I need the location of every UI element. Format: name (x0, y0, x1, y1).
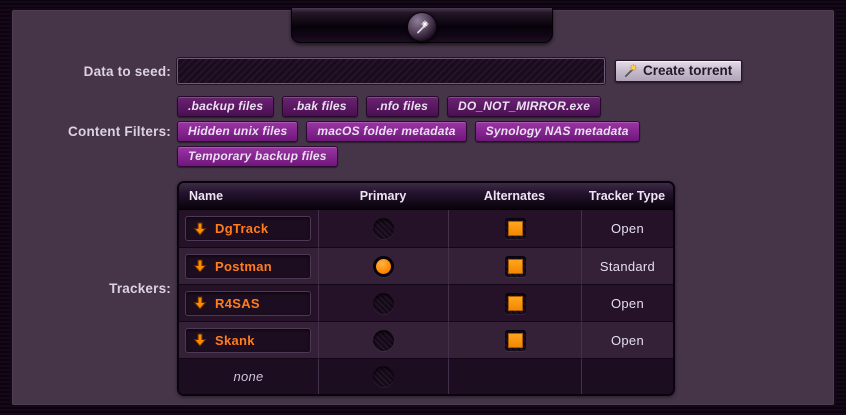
tracker-type-cell: Open (581, 321, 673, 358)
create-torrent-button-label: Create torrent (643, 63, 732, 78)
filter-chip[interactable]: .nfo files (366, 96, 439, 117)
filter-chip[interactable]: Synology NAS metadata (475, 121, 640, 142)
tracker-type-cell: Open (581, 210, 673, 247)
tracker-row-dgtrack: DgTrack Open (179, 210, 673, 247)
section-header-bar[interactable] (291, 8, 553, 43)
filter-chip[interactable]: DO_NOT_MIRROR.exe (447, 96, 601, 117)
alternates-checkbox[interactable] (505, 330, 526, 351)
tracker-row-postman: Postman Standard (179, 247, 673, 284)
filter-chip[interactable]: Temporary backup files (177, 146, 338, 167)
alternates-checkbox[interactable] (505, 293, 526, 314)
section-toggle-button[interactable] (407, 12, 437, 42)
tracker-row-r4sas: R4SAS Open (179, 284, 673, 321)
content-filters-row: Content Filters: .backup files .bak file… (12, 96, 834, 167)
down-arrow-icon (193, 296, 207, 310)
trackers-table: Name Primary Alternates Tracker Type (179, 183, 673, 394)
tracker-name-label: Skank (215, 333, 255, 348)
magic-wand-icon (623, 63, 638, 78)
column-header-name: Name (179, 183, 318, 210)
column-header-tracker-type: Tracker Type (581, 183, 673, 210)
data-to-seed-row: Data to seed: Create torrent (12, 58, 834, 84)
primary-radio[interactable] (373, 330, 394, 351)
filter-chip[interactable]: .bak files (282, 96, 357, 117)
primary-radio-none[interactable] (373, 366, 394, 387)
trackers-header-row: Name Primary Alternates Tracker Type (179, 183, 673, 210)
content-filters-chip-group: .backup files .bak files .nfo files DO_N… (177, 96, 657, 167)
tracker-name-button[interactable]: R4SAS (185, 291, 311, 316)
data-to-seed-input[interactable] (177, 58, 605, 84)
create-torrent-button[interactable]: Create torrent (615, 60, 742, 82)
down-arrow-icon (193, 333, 207, 347)
primary-radio[interactable] (373, 293, 394, 314)
filter-chip[interactable]: Hidden unix files (177, 121, 298, 142)
content-filters-label: Content Filters: (12, 124, 177, 139)
alternates-checkbox[interactable] (505, 256, 526, 277)
filter-chip[interactable]: .backup files (177, 96, 274, 117)
tracker-type-cell: Standard (581, 247, 673, 284)
tracker-name-label: DgTrack (215, 221, 268, 236)
tracker-name-button[interactable]: Postman (185, 254, 311, 279)
down-arrow-icon (193, 222, 207, 236)
tracker-name-label: R4SAS (215, 296, 260, 311)
tracker-name-label: Postman (215, 259, 272, 274)
trackers-table-container: Name Primary Alternates Tracker Type (177, 181, 675, 396)
tracker-row-skank: Skank Open (179, 321, 673, 358)
create-torrent-form: Data to seed: Create torrent Content (12, 58, 834, 396)
tracker-row-none: none (179, 358, 673, 394)
down-arrow-icon (193, 259, 207, 273)
none-option-label: none (233, 369, 263, 384)
data-to-seed-label: Data to seed: (12, 64, 177, 79)
primary-radio[interactable] (373, 256, 394, 277)
tracker-type-cell: Open (581, 284, 673, 321)
tracker-name-button[interactable]: Skank (185, 328, 311, 353)
alternates-checkbox[interactable] (505, 218, 526, 239)
column-header-alternates: Alternates (448, 183, 581, 210)
tracker-name-button[interactable]: DgTrack (185, 216, 311, 241)
magic-wand-icon (414, 19, 430, 35)
filter-chip[interactable]: macOS folder metadata (306, 121, 466, 142)
trackers-row: Trackers: Name Primary Alternates Tracke… (12, 181, 834, 396)
primary-radio[interactable] (373, 218, 394, 239)
column-header-primary: Primary (318, 183, 448, 210)
trackers-label: Trackers: (12, 281, 177, 296)
